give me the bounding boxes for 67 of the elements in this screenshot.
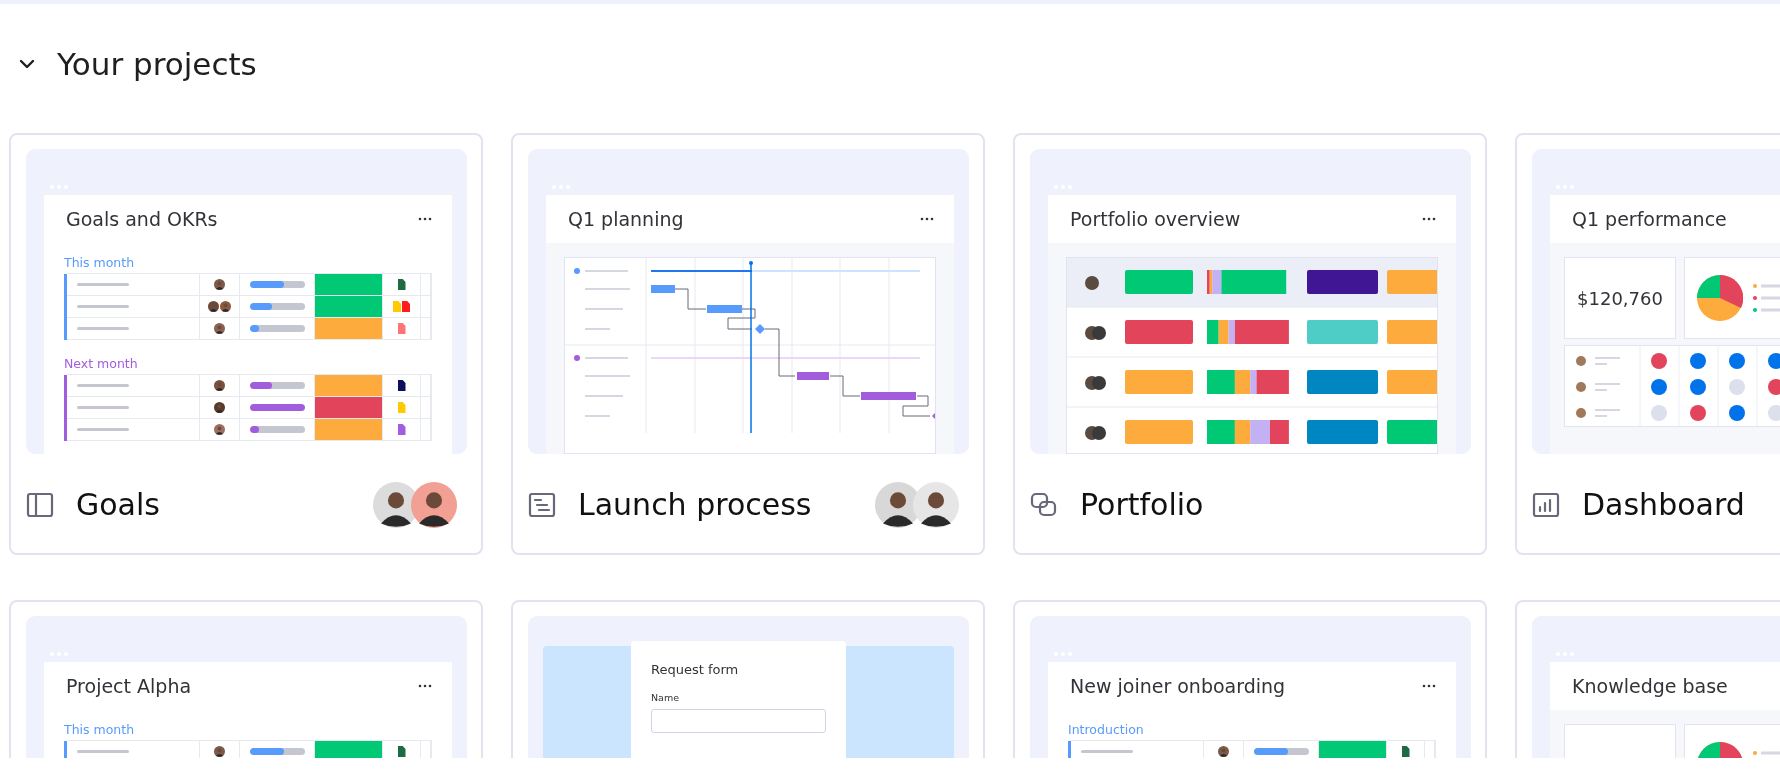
task-bar	[707, 305, 742, 313]
milestone-icon	[755, 324, 765, 334]
progress-bar	[249, 382, 305, 389]
more-icon	[418, 217, 432, 221]
group-label: Introduction	[1068, 722, 1144, 737]
connector-line	[764, 328, 796, 377]
more-icon	[418, 684, 432, 688]
progress-bar	[249, 404, 305, 411]
task-bar	[861, 392, 916, 400]
preview-title: Q1 planning	[568, 208, 684, 230]
group-label: This month	[64, 722, 135, 737]
preview-title: Project Alpha	[66, 675, 192, 697]
connector-line	[674, 288, 707, 310]
text-line	[77, 283, 129, 286]
text-line	[77, 406, 129, 409]
preview-title: Q1 performance	[1572, 208, 1727, 230]
text-line	[584, 288, 631, 290]
preview-title: Portfolio overview	[1070, 208, 1241, 230]
form-title: Request form	[651, 662, 739, 677]
text-line	[77, 750, 129, 753]
more-icon	[920, 217, 934, 221]
group-dot	[574, 355, 580, 361]
text-line	[77, 305, 129, 308]
task-bar	[797, 372, 829, 380]
project-name: Launch process	[578, 487, 813, 522]
progress-bar	[1253, 748, 1309, 755]
more-icon	[1422, 217, 1436, 221]
connector-line	[902, 395, 931, 417]
preview-title: New joiner onboarding	[1070, 675, 1286, 697]
pie-chart-drawing	[1697, 275, 1743, 321]
text-line	[584, 375, 631, 377]
text-line	[77, 327, 129, 330]
more-icon	[1422, 684, 1436, 688]
sidebar-icon	[26, 490, 54, 519]
project-name: Dashboard	[1582, 487, 1746, 522]
connector-line	[727, 308, 756, 330]
text-line	[584, 395, 624, 397]
progress-bar	[249, 426, 305, 433]
text-line	[584, 357, 629, 359]
text-line	[1081, 750, 1133, 753]
group-label: This month	[64, 255, 135, 270]
task-bar	[651, 285, 675, 293]
progress-bar	[249, 303, 305, 310]
preview-title: Knowledge base	[1572, 675, 1728, 697]
connector-line	[829, 375, 861, 397]
group-label: Next month	[64, 356, 138, 371]
progress-bar	[249, 325, 305, 332]
section-title: Your projects	[57, 45, 257, 82]
text-line	[77, 384, 129, 387]
overlap-icon	[1030, 490, 1058, 519]
progress-bar	[249, 281, 305, 288]
progress-bar	[249, 748, 305, 755]
preview-title: Goals and OKRs	[66, 208, 218, 230]
project-name: Portfolio	[1080, 487, 1205, 522]
group-dot	[574, 268, 580, 274]
text-line	[584, 415, 611, 417]
input-field[interactable]	[651, 709, 826, 733]
text-line	[584, 328, 611, 330]
list-icon	[528, 490, 556, 519]
revenue-value: $120,760	[1577, 287, 1663, 309]
bar-chart-icon	[1532, 490, 1560, 519]
text-line	[584, 308, 624, 310]
milestone-icon	[932, 411, 935, 421]
project-name: Goals	[76, 487, 161, 522]
text-line	[584, 270, 629, 272]
field-label: Name	[651, 692, 680, 703]
text-line	[77, 428, 129, 431]
